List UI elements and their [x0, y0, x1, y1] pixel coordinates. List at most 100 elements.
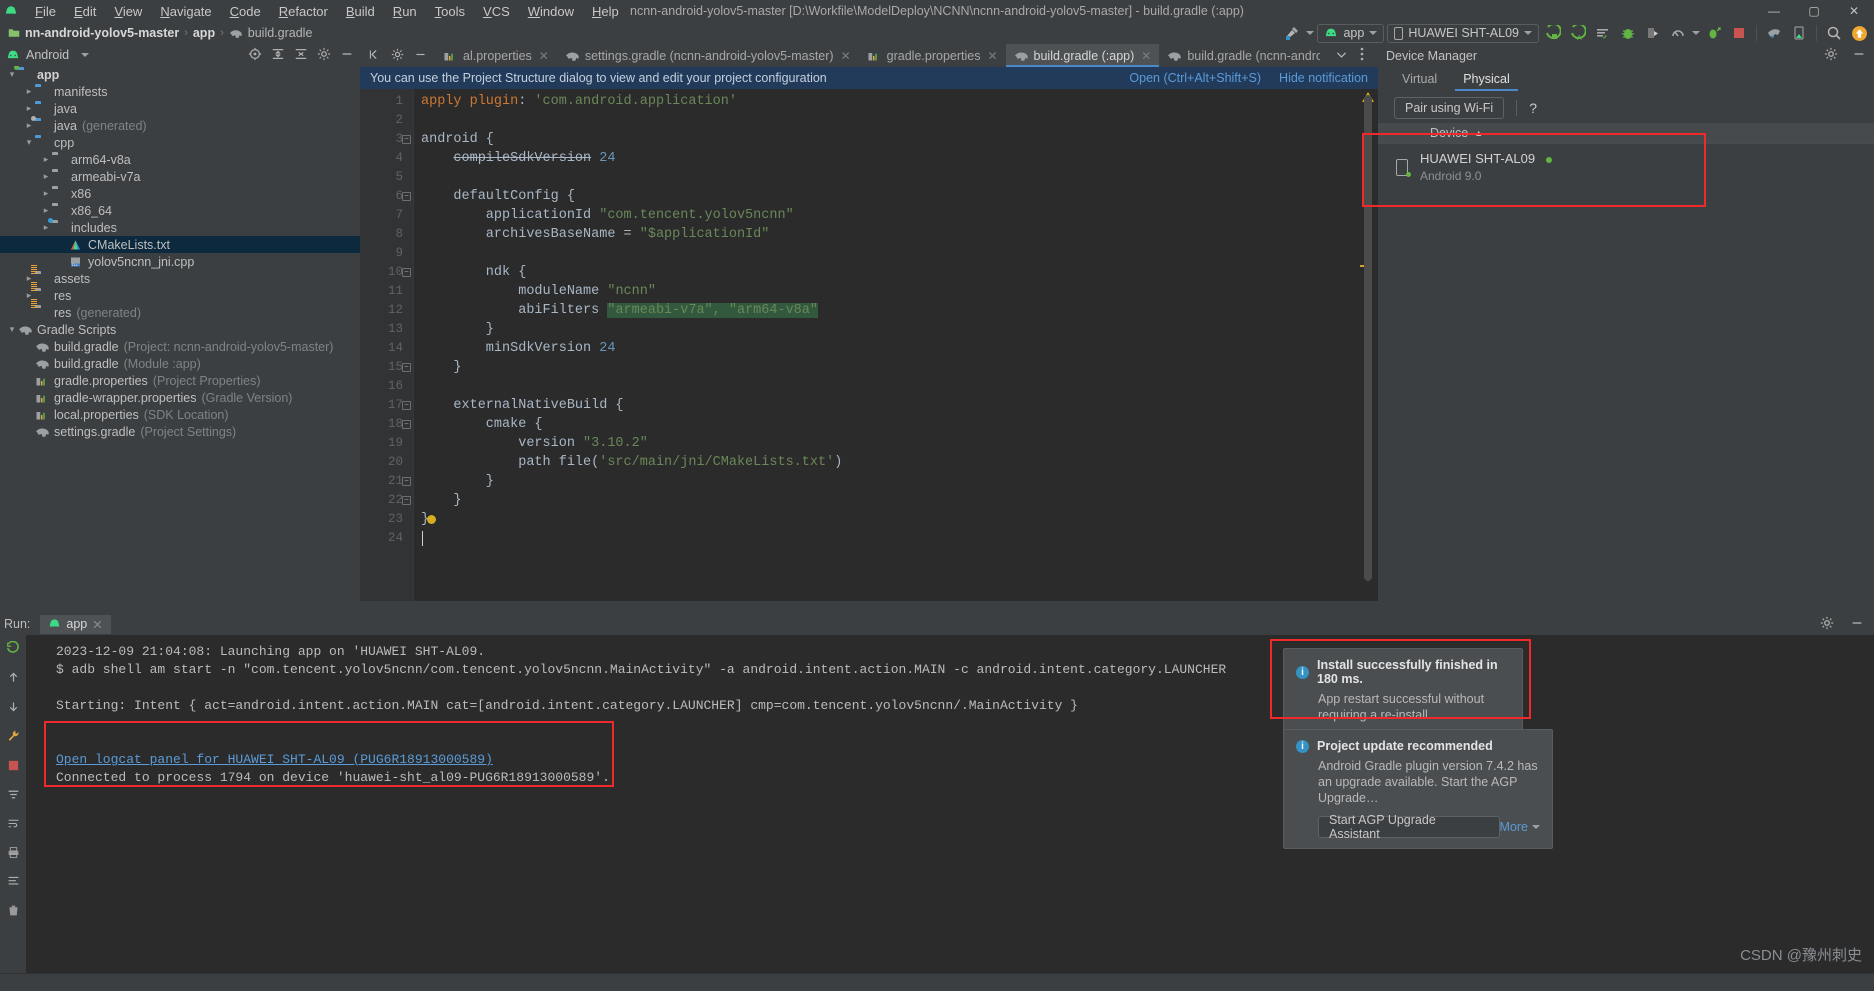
code-line[interactable]: path file('src/main/jni/CMakeLists.txt') [421, 453, 842, 472]
editor-tab-1[interactable]: settings.gradle (ncnn-android-yolov5-mas… [557, 44, 859, 67]
close-icon[interactable]: ✕ [841, 49, 851, 63]
install-success-balloon[interactable]: i Install successfully finished in 180 m… [1283, 648, 1523, 734]
menu-item-edit[interactable]: Edit [65, 2, 105, 21]
chevron-right-icon[interactable]: ▸ [40, 188, 52, 199]
close-icon[interactable]: ✕ [92, 617, 102, 632]
apply-code-changes-icon[interactable] [1592, 23, 1614, 43]
debug-icon[interactable] [1617, 23, 1639, 43]
tree-row-build-gradle[interactable]: build.gradle (Module :app) [0, 355, 360, 372]
collapse-all-icon[interactable] [294, 47, 308, 64]
code-fold-icon[interactable]: − [402, 477, 411, 486]
run-with-coverage-icon[interactable] [1642, 23, 1664, 43]
pair-using-wifi-button[interactable]: Pair using Wi-Fi [1394, 97, 1505, 119]
scroll-up-icon[interactable] [7, 671, 20, 687]
scroll-to-end-icon[interactable] [7, 875, 20, 891]
editor-scrollbar[interactable] [1364, 95, 1372, 581]
project-tree[interactable]: ▾ app ▸ manifests ▸ java ▸ java (generated) ▾ cpp ▸… [0, 66, 360, 601]
device-selector-combo[interactable]: HUAWEI SHT-AL09 [1387, 23, 1539, 43]
code-line[interactable]: } [421, 320, 494, 339]
tree-row-cpp[interactable]: ▾ cpp [0, 134, 360, 151]
code-line[interactable]: externalNativeBuild { [421, 396, 623, 415]
gear-icon[interactable] [1824, 47, 1838, 64]
code-line[interactable]: defaultConfig { [421, 187, 575, 206]
tree-row-x86[interactable]: ▸ x86 [0, 185, 360, 202]
menu-item-file[interactable]: File [26, 2, 65, 21]
tab-more-options-icon[interactable] [1360, 47, 1364, 64]
code-fold-icon[interactable]: − [402, 268, 411, 277]
tab-list-chevron-down-icon[interactable] [1335, 48, 1348, 64]
close-button[interactable]: ✕ [1834, 0, 1874, 22]
tree-row-settings-gradle[interactable]: settings.gradle (Project Settings) [0, 423, 360, 440]
close-icon[interactable]: ✕ [539, 49, 549, 63]
run-panel-actions[interactable] [1820, 616, 1874, 633]
project-view-caret-icon[interactable] [81, 53, 90, 57]
chevron-down-icon[interactable]: ▾ [6, 324, 18, 335]
run-configuration-combo[interactable]: app [1317, 23, 1385, 43]
tree-row-local-properties[interactable]: local.properties (SDK Location) [0, 406, 360, 423]
code-line[interactable]: archivesBaseName = "$applicationId" [421, 225, 770, 244]
scroll-down-icon[interactable] [7, 700, 20, 716]
device-manager-tabs[interactable]: Virtual Physical [1378, 67, 1874, 93]
tree-row-gradle-properties[interactable]: gradle.properties (Project Properties) [0, 372, 360, 389]
tree-row-includes[interactable]: ▸ includes [0, 218, 360, 236]
code-line[interactable]: abiFilters "armeabi-v7a", "arm64-v8a" [421, 301, 818, 320]
tree-row-java[interactable]: ▸ java [0, 100, 360, 117]
code-line[interactable] [421, 168, 429, 187]
tree-row-cmakelists-txt[interactable]: CMakeLists.txt [0, 236, 360, 253]
tree-row-arm64-v8a[interactable]: ▸ arm64-v8a [0, 151, 360, 168]
select-opened-file-icon[interactable] [248, 47, 262, 64]
code-line[interactable]: } [421, 358, 461, 377]
code-fold-icon[interactable]: − [402, 192, 411, 201]
logcat-panel-link[interactable]: Open logcat panel for HUAWEI SHT-AL09 (P… [56, 751, 493, 769]
menu-item-help[interactable]: Help [583, 2, 628, 21]
tree-row-build-gradle[interactable]: build.gradle (Project: ncnn-android-yolov… [0, 338, 360, 355]
code-line[interactable] [421, 377, 429, 396]
tree-row-app[interactable]: ▾ app [0, 66, 360, 83]
soft-wrap-icon[interactable] [7, 817, 20, 833]
make-project-icon[interactable] [1281, 23, 1303, 43]
code-line[interactable]: minSdkVersion 24 [421, 339, 616, 358]
menu-item-vcs[interactable]: VCS [474, 2, 519, 21]
close-icon[interactable]: ✕ [987, 49, 997, 63]
chevron-right-icon[interactable]: ▸ [23, 103, 35, 114]
chevron-right-icon[interactable]: ▸ [40, 205, 52, 216]
tab-virtual[interactable]: Virtual [1390, 69, 1449, 91]
code-line[interactable] [421, 111, 429, 130]
code-line[interactable] [421, 244, 429, 263]
code-line[interactable]: compileSdkVersion 24 [421, 149, 615, 168]
breadcrumb[interactable]: nn-android-yolov5-master › app › build.g… [0, 26, 312, 40]
tree-row-java[interactable]: ▸ java (generated) [0, 116, 360, 134]
menu-item-code[interactable]: Code [221, 2, 270, 21]
menu-item-view[interactable]: View [105, 2, 151, 21]
chevron-down-icon[interactable]: ▾ [23, 137, 35, 148]
code-line[interactable]: cmake { [421, 415, 543, 434]
chevron-right-icon[interactable]: ▸ [23, 120, 35, 131]
avd-manager-icon[interactable] [1788, 23, 1810, 43]
code-line[interactable]: ndk { [421, 263, 527, 282]
chevron-right-icon[interactable]: ▸ [40, 154, 52, 165]
tabstrip-overflow[interactable] [1320, 44, 1378, 67]
chevron-right-icon[interactable]: ▸ [23, 86, 35, 97]
run-console[interactable]: 2023-12-09 21:04:08: Launching app on 'H… [26, 635, 1874, 991]
tree-row-res[interactable]: res (generated) [0, 299, 360, 321]
project-view-label[interactable]: Android [26, 48, 69, 62]
make-dropdown-caret-icon[interactable] [1306, 31, 1315, 35]
code-line[interactable]: applicationId "com.tencent.yolov5ncnn" [421, 206, 794, 225]
device-manager-actions[interactable] [1824, 47, 1866, 64]
hide-notification-link[interactable]: Hide notification [1279, 71, 1368, 85]
project-update-balloon[interactable]: i Project update recommended Android Gra… [1283, 729, 1553, 849]
notification-links[interactable]: Open (Ctrl+Alt+Shift+S) Hide notificatio… [1129, 71, 1368, 85]
rerun-icon[interactable] [6, 640, 20, 658]
profiler-icon[interactable] [1667, 23, 1689, 43]
editor-tabstrip[interactable]: al.properties ✕ settings.gradle (ncnn-andr… [360, 44, 1378, 67]
code-fold-icon[interactable]: − [402, 363, 411, 372]
filter-icon[interactable] [7, 788, 20, 804]
open-project-structure-link[interactable]: Open (Ctrl+Alt+Shift+S) [1129, 71, 1261, 85]
device-caret-icon[interactable] [1524, 31, 1532, 35]
breadcrumb-file[interactable]: build.gradle [248, 26, 313, 40]
device-row[interactable]: HUAWEI SHT-AL09 Android 9.0 [1378, 144, 1874, 190]
search-icon[interactable] [1823, 23, 1845, 43]
hide-panel-icon[interactable] [1852, 47, 1866, 64]
help-button[interactable]: ? [1529, 100, 1537, 116]
more-caret-icon[interactable] [1532, 825, 1540, 829]
